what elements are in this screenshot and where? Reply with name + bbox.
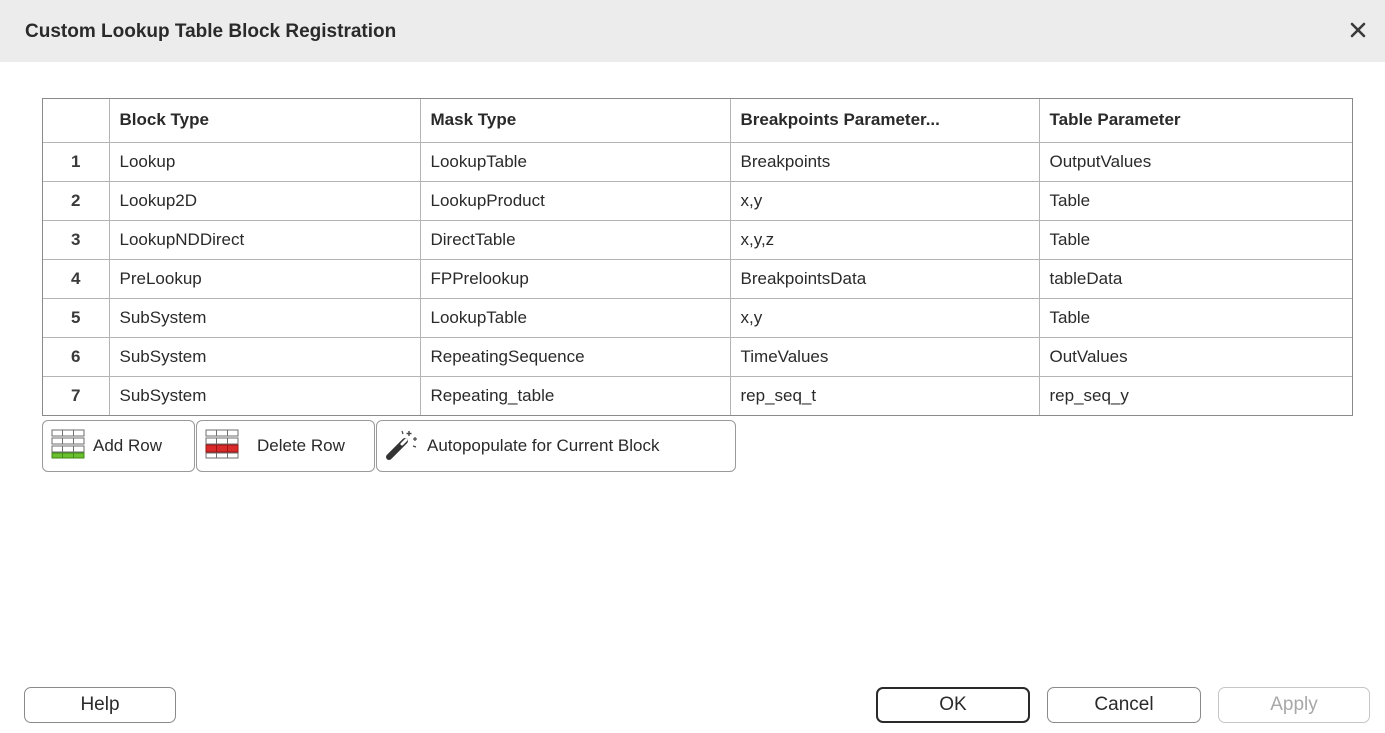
cell-block-type[interactable]: PreLookup [109,259,421,299]
close-icon[interactable] [1345,17,1371,43]
corner-header [43,99,110,143]
cell-mask-type[interactable]: FPPrelookup [420,259,731,299]
cell-table-parameter[interactable]: Table [1039,298,1352,338]
column-header-table-parameter[interactable]: Table Parameter [1039,99,1352,143]
table-row[interactable]: 4 PreLookup FPPrelookup BreakpointsData … [43,259,1352,299]
cell-table-parameter[interactable]: tableData [1039,259,1352,299]
cell-block-type[interactable]: Lookup [109,142,421,182]
apply-button: Apply [1218,687,1370,723]
cell-block-type[interactable]: Lookup2D [109,181,421,221]
column-header-mask-type[interactable]: Mask Type [420,99,731,143]
cancel-button[interactable]: Cancel [1047,687,1201,723]
cell-breakpoints-parameter[interactable]: x,y [730,181,1040,221]
cell-block-type[interactable]: SubSystem [109,376,421,415]
cell-table-parameter[interactable]: Table [1039,220,1352,260]
autopopulate-button[interactable]: Autopopulate for Current Block [376,420,736,472]
lookup-table-grid: Block Type Mask Type Breakpoints Paramet… [42,98,1353,416]
table-row[interactable]: 2 Lookup2D LookupProduct x,y Table [43,181,1352,221]
cell-table-parameter[interactable]: OutValues [1039,337,1352,377]
table-row[interactable]: 3 LookupNDDirect DirectTable x,y,z Table [43,220,1352,260]
table-header-row: Block Type Mask Type Breakpoints Paramet… [43,99,1352,143]
cell-mask-type[interactable]: DirectTable [420,220,731,260]
cell-breakpoints-parameter[interactable]: x,y,z [730,220,1040,260]
row-number[interactable]: 2 [43,181,110,221]
cell-table-parameter[interactable]: rep_seq_y [1039,376,1352,415]
column-header-breakpoints-parameter[interactable]: Breakpoints Parameter... [730,99,1040,143]
cell-block-type[interactable]: LookupNDDirect [109,220,421,260]
cell-breakpoints-parameter[interactable]: x,y [730,298,1040,338]
cell-mask-type[interactable]: LookupTable [420,142,731,182]
dialog-title: Custom Lookup Table Block Registration [25,21,397,42]
cell-breakpoints-parameter[interactable]: BreakpointsData [730,259,1040,299]
magic-wand-icon [385,427,419,466]
autopopulate-label: Autopopulate for Current Block [427,436,660,455]
delete-row-button[interactable]: Delete Row [196,420,375,472]
row-number[interactable]: 1 [43,142,110,182]
table-row[interactable]: 1 Lookup LookupTable Breakpoints OutputV… [43,142,1352,182]
row-number[interactable]: 5 [43,298,110,338]
delete-row-icon [205,429,239,464]
row-number[interactable]: 4 [43,259,110,299]
row-number[interactable]: 3 [43,220,110,260]
delete-row-label: Delete Row [257,436,345,455]
cell-breakpoints-parameter[interactable]: Breakpoints [730,142,1040,182]
cell-mask-type[interactable]: LookupTable [420,298,731,338]
registration-table: Block Type Mask Type Breakpoints Paramet… [43,99,1352,415]
cell-table-parameter[interactable]: OutputValues [1039,142,1352,182]
cell-mask-type[interactable]: LookupProduct [420,181,731,221]
add-row-label: Add Row [93,436,162,455]
table-row[interactable]: 5 SubSystem LookupTable x,y Table [43,298,1352,338]
cell-breakpoints-parameter[interactable]: rep_seq_t [730,376,1040,415]
cell-mask-type[interactable]: RepeatingSequence [420,337,731,377]
row-number[interactable]: 6 [43,337,110,377]
cell-mask-type[interactable]: Repeating_table [420,376,731,415]
cell-block-type[interactable]: SubSystem [109,298,421,338]
table-row[interactable]: 7 SubSystem Repeating_table rep_seq_t re… [43,376,1352,415]
add-row-icon [51,429,85,464]
cell-table-parameter[interactable]: Table [1039,181,1352,221]
cell-block-type[interactable]: SubSystem [109,337,421,377]
column-header-block-type[interactable]: Block Type [109,99,421,143]
row-number[interactable]: 7 [43,376,110,415]
cell-breakpoints-parameter[interactable]: TimeValues [730,337,1040,377]
ok-button[interactable]: OK [876,687,1030,723]
add-row-button[interactable]: Add Row [42,420,195,472]
table-row[interactable]: 6 SubSystem RepeatingSequence TimeValues… [43,337,1352,377]
help-button[interactable]: Help [24,687,176,723]
title-bar: Custom Lookup Table Block Registration [0,0,1385,62]
